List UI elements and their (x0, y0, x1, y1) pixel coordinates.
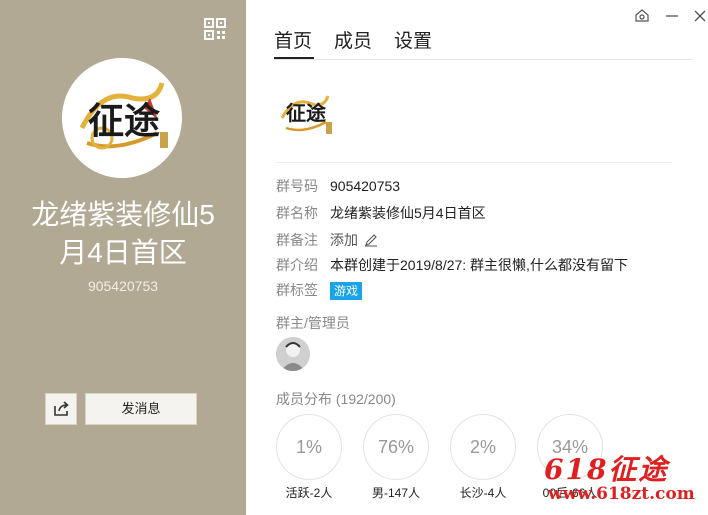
group-avatar[interactable]: 征途 (62, 58, 182, 178)
intro-row: 群介绍 本群创建于2019/8/27: 群主很懒,什么都没有留下 (276, 257, 628, 273)
group-logo: 征途 (276, 84, 336, 144)
stat-circle: 1% (276, 414, 342, 480)
send-message-button[interactable]: 发消息 (85, 393, 197, 425)
qr-code-icon[interactable] (204, 18, 226, 40)
add-remark-link[interactable]: 添加 (330, 232, 358, 248)
tags-row: 群标签 游戏 (276, 280, 363, 300)
group-name-heading: 龙绪紫装修仙5 月4日首区 (31, 199, 215, 268)
close-icon[interactable] (692, 8, 708, 24)
stat-label: 00后-66人 (542, 486, 598, 500)
logo-calligraphy: 征途 (286, 101, 327, 125)
stat-circle: 2% (450, 414, 516, 480)
tab-settings[interactable]: 设置 (394, 26, 432, 53)
distribution-title: 成员分布 (192/200) (276, 391, 396, 407)
group-code-value: 905420753 (330, 178, 401, 194)
edit-icon[interactable] (364, 233, 378, 247)
intro-value: 本群创建于2019/8/27: 群主很懒,什么都没有留下 (330, 257, 628, 273)
group-number: 905420753 (87, 278, 159, 294)
avatar-calligraphy: 征途 (88, 100, 161, 142)
minimize-icon[interactable] (664, 8, 680, 24)
admins-title: 群主/管理员 (276, 315, 350, 331)
tab-members[interactable]: 成员 (334, 26, 372, 53)
stat-male[interactable]: 76% 男-147人 (363, 414, 429, 501)
skin-icon[interactable] (634, 8, 650, 24)
stat-circle: 76% (363, 414, 429, 480)
stat-active[interactable]: 1% 活跃-2人 (276, 414, 342, 501)
remark-row: 群备注 添加 (276, 230, 378, 250)
group-name-value: 龙绪紫装修仙5月4日首区 (330, 205, 486, 221)
stat-circle: 34% (537, 414, 603, 480)
stat-label: 活跃-2人 (285, 486, 333, 500)
tab-divider (274, 59, 692, 60)
share-button[interactable] (45, 393, 77, 425)
tab-home[interactable]: 首页 (274, 26, 312, 53)
share-icon (54, 401, 69, 416)
tag-badge[interactable]: 游戏 (330, 282, 363, 300)
section-divider (276, 162, 672, 163)
stat-city[interactable]: 2% 长沙-4人 (450, 414, 516, 501)
stat-label: 男-147人 (371, 486, 421, 500)
group-profile-panel: 征途 龙绪紫装修仙5 月4日首区 905420753 发消息 (0, 0, 246, 515)
group-code-row: 群号码 905420753 (276, 178, 401, 194)
admin-avatar[interactable] (276, 337, 310, 371)
group-name-row: 群名称 龙绪紫装修仙5月4日首区 (276, 205, 486, 221)
stat-label: 长沙-4人 (459, 486, 507, 500)
stat-age[interactable]: 34% 00后-66人 (537, 414, 603, 501)
